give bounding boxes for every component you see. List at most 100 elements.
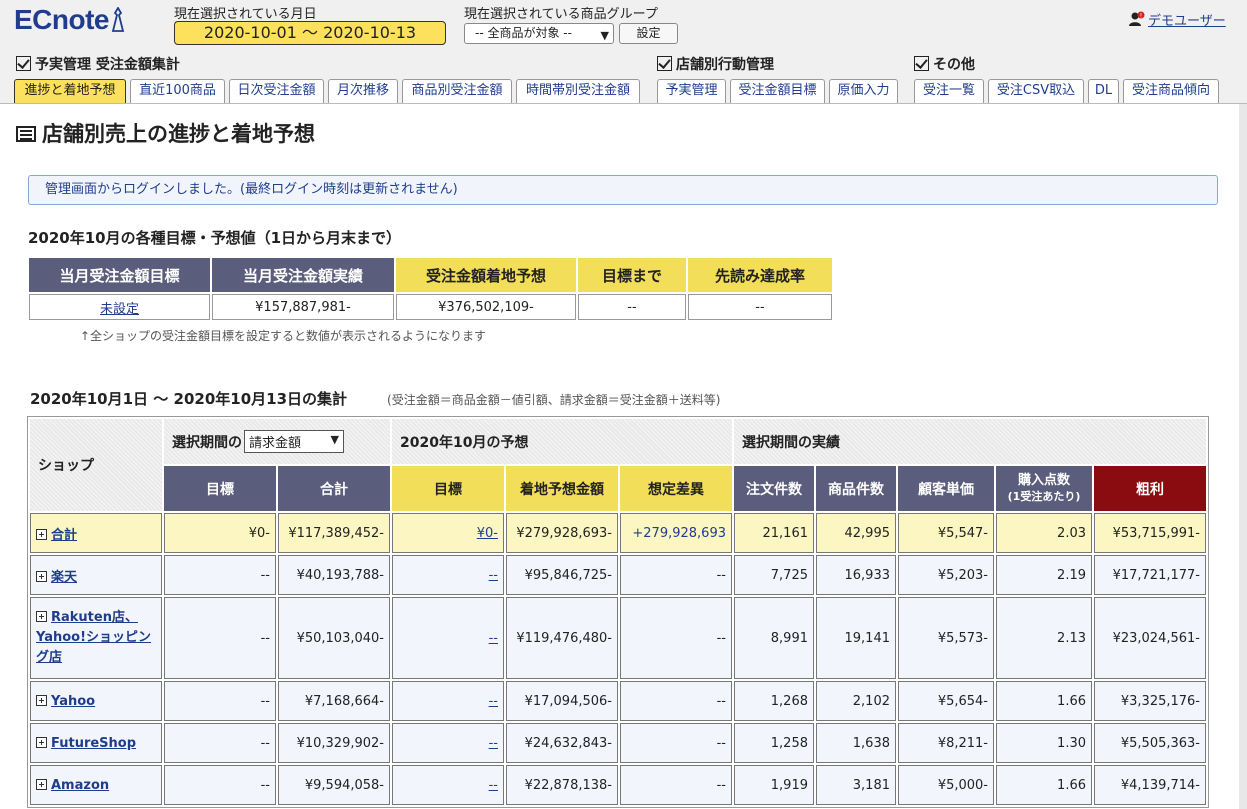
diff-cell: -- bbox=[620, 723, 732, 763]
forecast-cell: ¥17,094,506- bbox=[506, 681, 618, 721]
tab-by-hour[interactable]: 時間帯別受注金額 bbox=[516, 79, 640, 103]
tab-product-trend[interactable]: 受注商品傾向 bbox=[1123, 79, 1219, 103]
shop-cell[interactable]: Rakuten店、Yahoo!ショッピング店 bbox=[30, 597, 162, 679]
targets-header: 当月受注金額実績 bbox=[212, 258, 394, 292]
profit-cell: ¥4,139,714- bbox=[1094, 765, 1206, 805]
profit-cell: ¥5,505,363- bbox=[1094, 723, 1206, 763]
expand-icon[interactable] bbox=[36, 528, 47, 540]
points-cell: 2.13 bbox=[996, 597, 1092, 679]
tab-csv-import[interactable]: 受注CSV取込 bbox=[988, 79, 1084, 103]
shop-link[interactable]: Yahoo bbox=[51, 694, 95, 709]
col-items: 商品件数 bbox=[816, 466, 896, 511]
tab-budget[interactable]: 予実管理 bbox=[657, 79, 726, 103]
shop-link[interactable]: 合計 bbox=[51, 528, 77, 543]
tab-recent-100[interactable]: 直近100商品 bbox=[130, 79, 225, 103]
tab-daily[interactable]: 日次受注金額 bbox=[229, 79, 324, 103]
expand-icon[interactable] bbox=[36, 778, 47, 790]
date-range-box[interactable]: 2020-10-01 〜 2020-10-13 bbox=[174, 21, 446, 45]
check-icon bbox=[914, 56, 929, 71]
total-cell: ¥10,329,902- bbox=[278, 723, 390, 763]
items-cell: 16,933 bbox=[816, 555, 896, 595]
forecast-target-cell[interactable]: -- bbox=[392, 765, 504, 805]
forecast-cell: ¥95,846,725- bbox=[506, 555, 618, 595]
shop-cell[interactable]: FutureShop bbox=[30, 723, 162, 763]
targets-heading: 2020年10月の各種目標・予想値（1日から月末まで） bbox=[28, 229, 402, 247]
check-icon bbox=[657, 56, 672, 71]
tab-by-product[interactable]: 商品別受注金額 bbox=[402, 79, 512, 103]
shop-cell[interactable]: 楽天 bbox=[30, 555, 162, 595]
tab-download[interactable]: DL bbox=[1088, 79, 1119, 103]
items-cell: 1,638 bbox=[816, 723, 896, 763]
points-cell: 2.03 bbox=[996, 513, 1092, 553]
period-select[interactable]: 請求金額 ▼ bbox=[244, 430, 344, 453]
points-cell: 1.66 bbox=[996, 681, 1092, 721]
tab-order-list[interactable]: 受注一覧 bbox=[914, 79, 984, 103]
logo[interactable]: ECnote bbox=[14, 4, 125, 36]
section-store-action-label: 店舗別行動管理 bbox=[676, 57, 774, 73]
items-cell: 3,181 bbox=[816, 765, 896, 805]
shop-link[interactable]: FutureShop bbox=[51, 736, 136, 751]
expand-icon[interactable] bbox=[36, 694, 47, 706]
forecast-target-cell[interactable]: -- bbox=[392, 555, 504, 595]
expand-icon[interactable] bbox=[36, 570, 47, 582]
orders-cell: 1,268 bbox=[734, 681, 814, 721]
col-forecast-target: 目標 bbox=[392, 466, 504, 511]
unset-target-link[interactable]: 未設定 bbox=[100, 302, 139, 317]
table-row: Yahoo -- ¥7,168,664- -- ¥17,094,506- -- … bbox=[30, 681, 1206, 721]
unit-cell: ¥5,654- bbox=[898, 681, 994, 721]
targets-header: 目標まで bbox=[578, 258, 686, 292]
targets-cell: ¥376,502,109- bbox=[396, 294, 576, 320]
tab-cost-input[interactable]: 原価入力 bbox=[829, 79, 898, 103]
expand-icon[interactable] bbox=[36, 611, 47, 622]
forecast-target-cell[interactable]: -- bbox=[392, 681, 504, 721]
chess-piece-icon bbox=[111, 7, 125, 32]
forecast-target-cell[interactable]: -- bbox=[392, 723, 504, 763]
tab-monthly[interactable]: 月次推移 bbox=[328, 79, 398, 103]
items-cell: 42,995 bbox=[816, 513, 896, 553]
table-row: 楽天 -- ¥40,193,788- -- ¥95,846,725- -- 7,… bbox=[30, 555, 1206, 595]
forecast-target-link[interactable]: ¥0- bbox=[477, 526, 498, 541]
summary-formula: (受注金額＝商品金額－値引額、請求金額＝受注金額＋送料等) bbox=[387, 393, 721, 407]
shop-header: ショップ bbox=[30, 419, 162, 511]
total-cell: ¥117,389,452- bbox=[278, 513, 390, 553]
logo-text: ECnote bbox=[14, 4, 110, 35]
table-row: Rakuten店、Yahoo!ショッピング店 -- ¥50,103,040- -… bbox=[30, 597, 1206, 679]
profit-cell: ¥17,721,177- bbox=[1094, 555, 1206, 595]
targets-cell[interactable]: 未設定 bbox=[29, 294, 210, 320]
app-header: ECnote 現在選択されている月日 2020-10-01 〜 2020-10-… bbox=[0, 0, 1247, 104]
orders-cell: 7,725 bbox=[734, 555, 814, 595]
forecast-target-link[interactable]: -- bbox=[489, 631, 498, 646]
forecast-target-link[interactable]: -- bbox=[489, 736, 498, 751]
set-button[interactable]: 設定 bbox=[619, 23, 678, 44]
shop-link[interactable]: Rakuten店、Yahoo!ショッピング店 bbox=[36, 610, 151, 665]
forecast-target-cell[interactable]: -- bbox=[392, 597, 504, 679]
forecast-target-link[interactable]: -- bbox=[489, 568, 498, 583]
summary-group-row: ショップ 選択期間の 請求金額 ▼ 2020年10月の予想 選択期間の実績 bbox=[30, 419, 1206, 511]
shop-cell[interactable]: Amazon bbox=[30, 765, 162, 805]
shop-link[interactable]: Amazon bbox=[51, 778, 109, 793]
orders-cell: 1,258 bbox=[734, 723, 814, 763]
target-cell: ¥0- bbox=[164, 513, 276, 553]
targets-cell: -- bbox=[578, 294, 686, 320]
product-group-select[interactable]: -- 全商品が対象 -- ▼ bbox=[464, 23, 614, 44]
items-cell: 19,141 bbox=[816, 597, 896, 679]
user-menu[interactable]: ! デモユーザー bbox=[1128, 10, 1226, 29]
points-cell: 2.19 bbox=[996, 555, 1092, 595]
forecast-target-link[interactable]: -- bbox=[489, 694, 498, 709]
shop-link[interactable]: 楽天 bbox=[51, 570, 77, 585]
forecast-target-cell[interactable]: ¥0- bbox=[392, 513, 504, 553]
list-icon bbox=[16, 126, 36, 142]
targets-header-row: 当月受注金額目標 当月受注金額実績 受注金額着地予想 目標まで 先読み達成率 bbox=[29, 258, 832, 292]
check-icon bbox=[16, 56, 31, 71]
tab-progress[interactable]: 進捗と着地予想 bbox=[14, 79, 126, 103]
targets-header: 先読み達成率 bbox=[688, 258, 832, 292]
expand-icon[interactable] bbox=[36, 736, 47, 748]
diff-cell: -- bbox=[620, 555, 732, 595]
col-points-label: 購入点数 bbox=[1017, 472, 1070, 488]
shop-cell[interactable]: 合計 bbox=[30, 513, 162, 553]
user-name-link[interactable]: デモユーザー bbox=[1148, 14, 1226, 29]
forecast-target-link[interactable]: -- bbox=[489, 778, 498, 793]
tab-sales-target[interactable]: 受注金額目標 bbox=[730, 79, 825, 103]
points-cell: 1.66 bbox=[996, 765, 1092, 805]
shop-cell[interactable]: Yahoo bbox=[30, 681, 162, 721]
